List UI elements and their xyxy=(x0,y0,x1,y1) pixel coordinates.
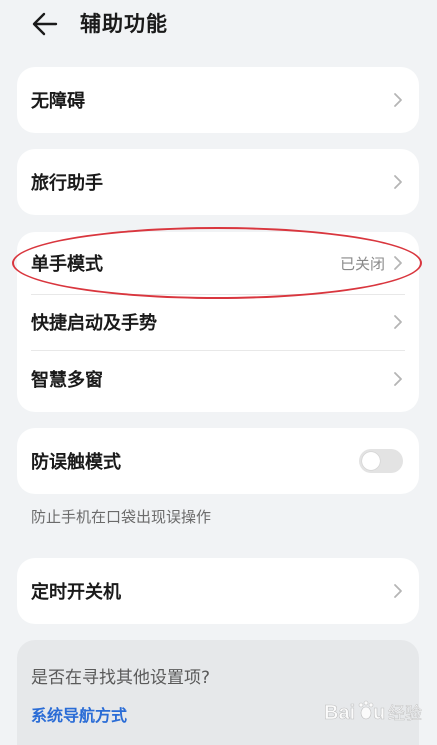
header: 辅助功能 xyxy=(0,0,437,50)
row-label: 旅行助手 xyxy=(31,173,103,194)
card-mistouch: 防误触模式 xyxy=(17,428,419,494)
row-label: 无障碍 xyxy=(31,91,85,112)
svg-text:经验: 经验 xyxy=(388,704,422,724)
row-accessibility[interactable]: 无障碍 xyxy=(17,67,419,133)
row-one-hand-mode[interactable]: 单手模式 已关闭 xyxy=(17,232,419,294)
suggestion-link-navigation[interactable]: 系统导航方式 xyxy=(31,702,127,726)
card-accessibility: 无障碍 xyxy=(17,67,419,133)
row-travel-assistant[interactable]: 旅行助手 xyxy=(17,149,419,215)
watermark-logo: Bai u 经验 xyxy=(324,700,422,724)
row-label: 定时开关机 xyxy=(31,582,121,603)
chevron-right-icon xyxy=(394,372,402,386)
divider xyxy=(31,294,405,295)
chevron-right-icon xyxy=(394,584,402,598)
mistouch-hint: 防止手机在口袋出现误操作 xyxy=(31,508,212,526)
card-travel: 旅行助手 xyxy=(17,149,419,215)
row-label: 单手模式 xyxy=(31,254,103,275)
svg-text:u: u xyxy=(373,702,385,724)
chevron-right-icon xyxy=(394,93,402,107)
toggle-knob xyxy=(362,452,380,470)
row-label: 防误触模式 xyxy=(31,452,121,473)
row-status-value: 已关闭 xyxy=(339,254,385,273)
card-timer: 定时开关机 xyxy=(17,558,419,624)
mistouch-toggle[interactable] xyxy=(359,449,403,473)
row-smart-multi-window[interactable]: 智慧多窗 xyxy=(17,350,419,408)
chevron-right-icon xyxy=(394,256,402,270)
chevron-right-icon xyxy=(394,175,402,189)
card-group: 单手模式 已关闭 快捷启动及手势 智慧多窗 xyxy=(17,232,419,412)
suggestion-question: 是否在寻找其他设置项? xyxy=(31,668,211,688)
svg-text:Bai: Bai xyxy=(324,702,355,724)
page-title: 辅助功能 xyxy=(80,12,168,36)
row-mistouch-mode[interactable]: 防误触模式 xyxy=(17,428,419,494)
row-label: 快捷启动及手势 xyxy=(31,313,157,334)
divider xyxy=(31,350,405,351)
back-arrow-icon[interactable] xyxy=(30,10,62,38)
row-scheduled-power[interactable]: 定时开关机 xyxy=(17,558,419,624)
chevron-right-icon xyxy=(394,315,402,329)
row-shortcut-gestures[interactable]: 快捷启动及手势 xyxy=(17,294,419,350)
row-label: 智慧多窗 xyxy=(31,370,103,391)
